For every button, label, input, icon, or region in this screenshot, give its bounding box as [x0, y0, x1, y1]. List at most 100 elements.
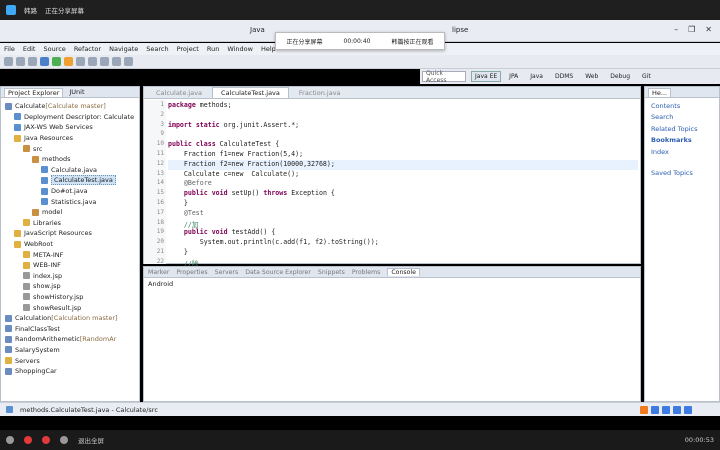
- tree-item[interactable]: showResult.jsp: [1, 302, 139, 313]
- tray-icon-2[interactable]: [662, 406, 670, 414]
- tree-item[interactable]: SalarySystem: [1, 345, 139, 356]
- line-number: 17: [156, 208, 164, 216]
- menu-item-window[interactable]: Window: [227, 45, 253, 53]
- tree-item[interactable]: methods: [1, 154, 139, 165]
- perspective-web[interactable]: Web: [581, 71, 602, 82]
- code-area[interactable]: package methods; import static org. junit.…: [168, 101, 638, 268]
- console-tab-data-source-explorer[interactable]: Data Source Explorer: [245, 269, 311, 276]
- tree-item[interactable]: Statistics.java: [1, 196, 139, 207]
- console-tab-console[interactable]: Console: [387, 268, 420, 276]
- help-link-search[interactable]: Search: [645, 112, 719, 124]
- tree-item[interactable]: META-INF: [1, 249, 139, 260]
- perspective-java[interactable]: Java: [526, 71, 547, 82]
- exit-fullscreen-label[interactable]: 退出全屏: [78, 435, 104, 445]
- tree-item[interactable]: showHistory.jsp: [1, 292, 139, 303]
- tab-help[interactable]: He...: [648, 87, 672, 97]
- tree-item[interactable]: Calculate [Calculate master]: [1, 101, 139, 112]
- main-toolbar: [0, 55, 720, 69]
- menu-item-refactor[interactable]: Refactor: [74, 45, 101, 53]
- menu-item-source[interactable]: Source: [43, 45, 65, 53]
- tree-item[interactable]: Java Resources: [1, 133, 139, 144]
- camera-off-icon[interactable]: [24, 436, 32, 444]
- fullscreen-icon[interactable]: [60, 436, 68, 444]
- menu-item-search[interactable]: Search: [146, 45, 168, 53]
- tree-item[interactable]: JAX-WS Web Services: [1, 122, 139, 133]
- tree-item[interactable]: WEB-INF: [1, 260, 139, 271]
- menu-item-run[interactable]: Run: [207, 45, 219, 53]
- console-tab-marker[interactable]: Marker: [148, 269, 169, 276]
- code-editor[interactable]: Calculate.java CalculateTest.java Fraction…: [143, 86, 641, 268]
- tree-item[interactable]: index.jsp: [1, 271, 139, 282]
- tree-item[interactable]: Calculation [Calculation master]: [1, 313, 139, 324]
- meeting-timer: 00:00:53: [684, 436, 714, 444]
- tree-item[interactable]: CalculateTest.java: [1, 175, 139, 186]
- editor-tab[interactable]: Calculate.java: [148, 88, 210, 98]
- help-link-index[interactable]: Index: [645, 146, 719, 158]
- editor-tabs: Calculate.java CalculateTest.java Fraction…: [144, 87, 640, 99]
- menu-item-help[interactable]: Help: [261, 45, 276, 53]
- perspective-git[interactable]: Git: [638, 71, 655, 82]
- search-toolbar-icon[interactable]: [100, 57, 109, 66]
- new-class-icon[interactable]: [76, 57, 85, 66]
- tree-item[interactable]: RandomArithemetic [RandomAr: [1, 334, 139, 345]
- tree-item[interactable]: Libraries: [1, 218, 139, 229]
- run-icon[interactable]: [52, 57, 61, 66]
- help-link-contents[interactable]: Contents: [645, 100, 719, 112]
- perspective-jpa[interactable]: JPA: [505, 71, 522, 82]
- maximize-icon[interactable]: ❐: [688, 25, 695, 34]
- perspective-java-ee[interactable]: Java EE: [471, 71, 502, 82]
- external-tools-icon[interactable]: [64, 57, 73, 66]
- save-icon[interactable]: [16, 57, 25, 66]
- project-icon: [5, 325, 12, 333]
- help-link-related-topics[interactable]: Related Topics: [645, 123, 719, 135]
- tray-icon-4[interactable]: [684, 406, 692, 414]
- editor-tab[interactable]: CalculateTest.java: [212, 87, 289, 98]
- tree-item[interactable]: WebRoot: [1, 239, 139, 250]
- menu-item-edit[interactable]: Edit: [23, 45, 36, 53]
- help-link-bookmarks[interactable]: Bookmarks: [645, 135, 719, 147]
- console-tab-snippets[interactable]: Snippets: [318, 269, 345, 276]
- debug-icon[interactable]: [40, 57, 49, 66]
- tree-item-label: model: [42, 208, 63, 217]
- tree-item[interactable]: FinalClassTest: [1, 323, 139, 334]
- tree-item[interactable]: Do#ot.java: [1, 186, 139, 197]
- tree-item-label: methods: [42, 155, 71, 164]
- quick-access-input[interactable]: Quick Access: [422, 70, 466, 84]
- menu-item-file[interactable]: File: [4, 45, 15, 53]
- tree-item[interactable]: src: [1, 143, 139, 154]
- tree-item-label: WebRoot: [24, 240, 53, 249]
- minimize-icon[interactable]: –: [674, 25, 678, 34]
- share-stop-icon[interactable]: [42, 436, 50, 444]
- console-tab-servers[interactable]: Servers: [215, 269, 239, 276]
- new-icon[interactable]: [4, 57, 13, 66]
- microphone-icon[interactable]: [6, 436, 14, 444]
- tree-item[interactable]: ShoppingCar: [1, 366, 139, 377]
- screen-share-bar[interactable]: 正在分享屏幕 00:00:40 韩篇按正在观看: [275, 32, 445, 50]
- perspective-debug[interactable]: Debug: [606, 71, 634, 82]
- saved-topics-link[interactable]: Saved Topics: [645, 168, 719, 180]
- console-tab-properties[interactable]: Properties: [176, 269, 207, 276]
- tree-item[interactable]: show.jsp: [1, 281, 139, 292]
- menu-item-navigate[interactable]: Navigate: [109, 45, 138, 53]
- tree-item[interactable]: JavaScript Resources: [1, 228, 139, 239]
- close-icon[interactable]: ✕: [705, 25, 712, 34]
- code-line: }: [183, 247, 188, 256]
- console-output: Android: [148, 280, 174, 288]
- tree-item[interactable]: Deployment Descriptor: Calculate: [1, 112, 139, 123]
- tray-icon-1[interactable]: [651, 406, 659, 414]
- tray-icon-3[interactable]: [673, 406, 681, 414]
- back-icon[interactable]: [112, 57, 121, 66]
- tree-item[interactable]: Calculate.java: [1, 165, 139, 176]
- forward-icon[interactable]: [124, 57, 133, 66]
- print-icon[interactable]: [28, 57, 37, 66]
- console-tab-problems[interactable]: Problems: [352, 269, 381, 276]
- ime-icon[interactable]: [640, 406, 648, 414]
- open-type-icon[interactable]: [88, 57, 97, 66]
- tab-junit[interactable]: JUnit: [69, 88, 84, 96]
- editor-tab[interactable]: Fraction.java: [291, 88, 349, 98]
- tab-project-explorer[interactable]: Project Explorer: [4, 87, 64, 97]
- perspective-ddms[interactable]: DDMS: [551, 71, 577, 82]
- menu-item-project[interactable]: Project: [177, 45, 199, 53]
- tree-item[interactable]: Servers: [1, 355, 139, 366]
- tree-item[interactable]: model: [1, 207, 139, 218]
